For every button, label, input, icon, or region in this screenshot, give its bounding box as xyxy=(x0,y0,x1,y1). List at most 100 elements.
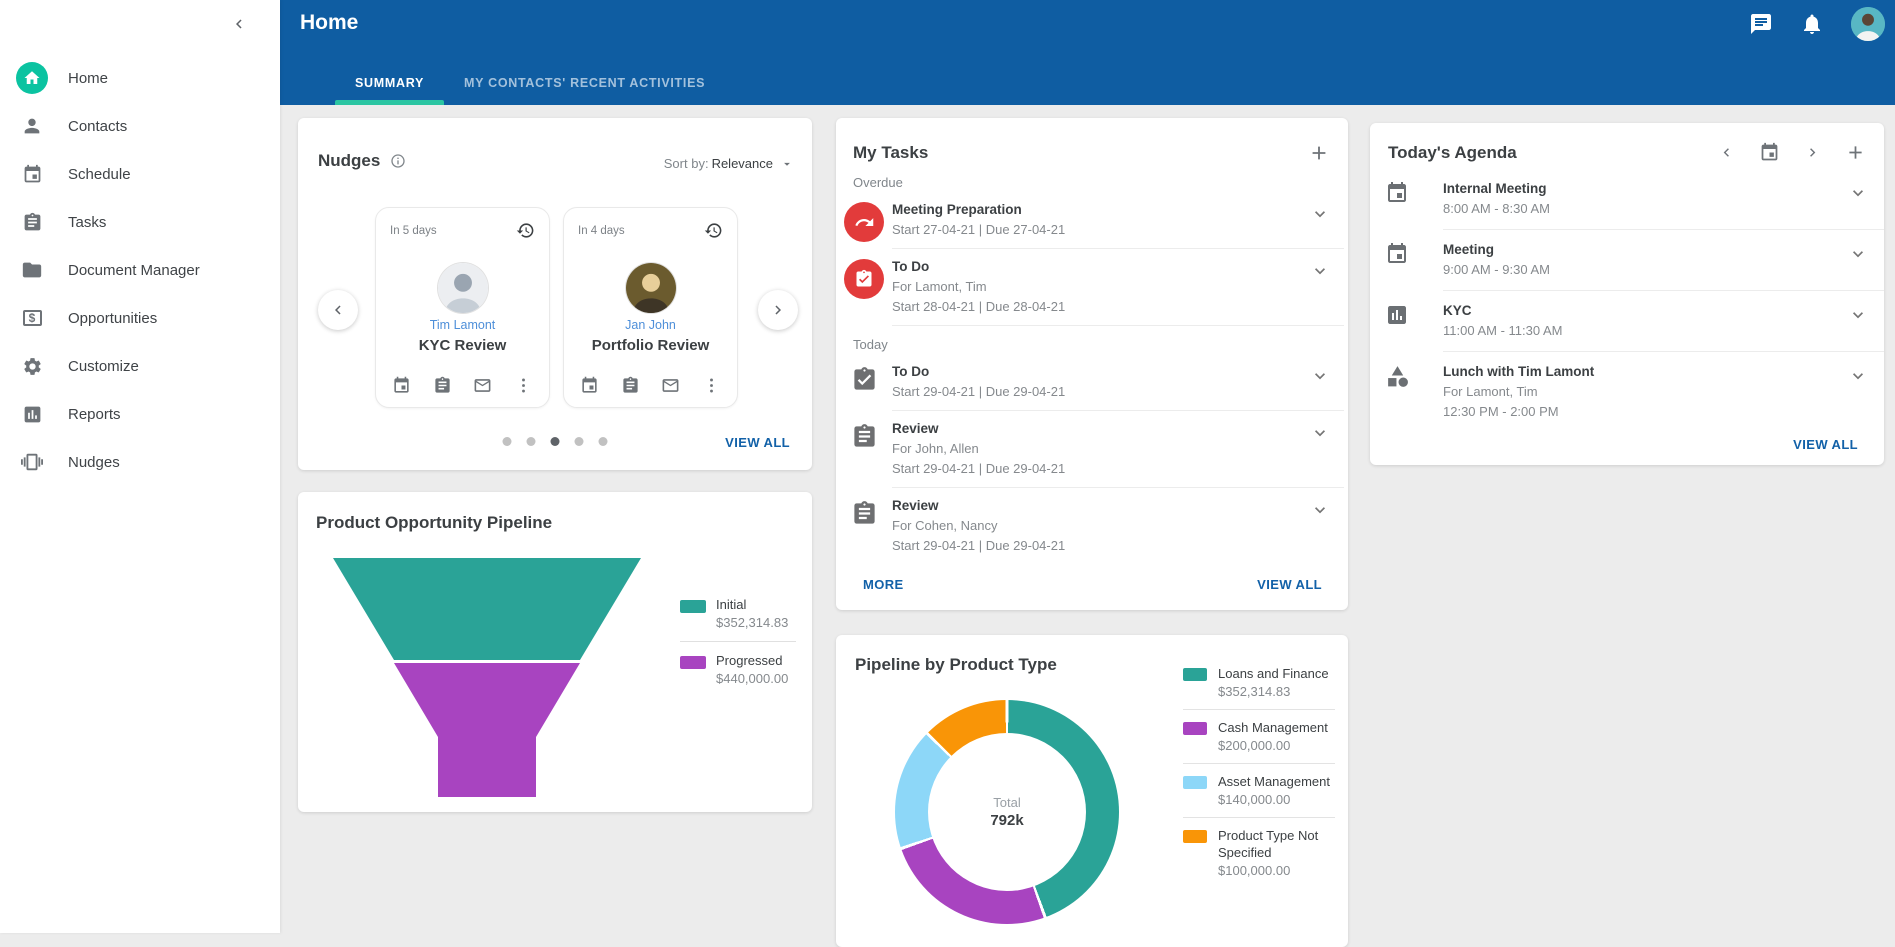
tasks-section-label: Today xyxy=(853,337,1331,352)
chevron-down-icon[interactable] xyxy=(1848,366,1868,386)
tab-my-contacts-recent-activities[interactable]: MY CONTACTS' RECENT ACTIVITIES xyxy=(444,60,725,105)
agenda-calendar-icon[interactable] xyxy=(1759,142,1780,163)
add-task-plus-icon[interactable] xyxy=(1308,142,1330,164)
info-icon[interactable] xyxy=(390,153,406,169)
donut-total-value: 792k xyxy=(990,812,1023,829)
product-opportunity-pipeline-card: Product Opportunity Pipeline Initial $35… xyxy=(298,492,812,812)
nudge-card[interactable]: In 5 days Tim Lamont KYC Review xyxy=(375,207,550,408)
task-row[interactable]: To Do Start 29-04-21 | Due 29-04-21 xyxy=(836,354,1348,411)
chevron-down-icon[interactable] xyxy=(1310,204,1330,224)
nudge-card[interactable]: In 4 days Jan John Portfolio Review xyxy=(563,207,738,408)
notes-action-icon[interactable] xyxy=(433,376,452,395)
task-row[interactable]: Review For Cohen, Nancy Start 29-04-21 |… xyxy=(836,488,1348,564)
email-action-icon[interactable] xyxy=(473,376,492,395)
contact-name-link[interactable]: Jan John xyxy=(578,318,723,332)
tasks-view-all-link[interactable]: VIEW ALL xyxy=(1257,577,1322,592)
sidebar-item-label: Nudges xyxy=(68,454,120,471)
chevron-down-icon[interactable] xyxy=(1310,500,1330,520)
chevron-down-icon[interactable] xyxy=(1848,244,1868,264)
sidebar-item-label: Opportunities xyxy=(68,310,157,327)
nudge-title: KYC Review xyxy=(390,337,535,354)
carousel-dot[interactable] xyxy=(575,437,584,446)
contact-name-link[interactable]: Tim Lamont xyxy=(390,318,535,332)
tab-summary[interactable]: SUMMARY xyxy=(335,60,444,105)
sidebar-item-tasks[interactable]: Tasks xyxy=(0,198,280,246)
agenda-next-day-button[interactable] xyxy=(1804,144,1821,161)
sidebar-item-opportunities[interactable]: $ Opportunities xyxy=(0,294,280,342)
legend-divider xyxy=(1183,763,1335,764)
more-options-kebab-icon[interactable] xyxy=(702,376,721,395)
task-title: Review xyxy=(892,419,1310,439)
carousel-dot[interactable] xyxy=(599,437,608,446)
sidebar-item-reports[interactable]: Reports xyxy=(0,390,280,438)
calendar-action-icon[interactable] xyxy=(392,376,411,395)
notifications-bell-icon[interactable] xyxy=(1800,12,1824,36)
sidebar-item-nudges[interactable]: Nudges xyxy=(0,438,280,486)
app-header: Home SUMMARY MY CONTACTS' RECENT ACTIVIT… xyxy=(280,0,1895,105)
agenda-row[interactable]: Lunch with Tim Lamont For Lamont, Tim 12… xyxy=(1370,352,1884,432)
chevron-left-icon xyxy=(329,301,347,319)
task-clipboard-icon xyxy=(851,500,878,527)
task-assignee: For Cohen, Nancy xyxy=(892,516,1310,536)
sidebar-item-label: Document Manager xyxy=(68,262,200,279)
sidebar-item-label: Schedule xyxy=(68,166,131,183)
history-icon[interactable] xyxy=(704,221,723,240)
contact-avatar[interactable] xyxy=(438,263,488,313)
history-icon[interactable] xyxy=(516,221,535,240)
agenda-add-plus-icon[interactable] xyxy=(1845,142,1866,163)
legend-label: Initial xyxy=(716,597,788,612)
agenda-row[interactable]: Meeting 9:00 AM - 9:30 AM xyxy=(1370,230,1884,291)
sidebar-item-document-manager[interactable]: Document Manager xyxy=(0,246,280,294)
task-title: To Do xyxy=(892,257,1310,277)
agenda-item-title: Meeting xyxy=(1443,240,1848,260)
legend-value: $140,000.00 xyxy=(1218,791,1330,808)
agenda-prev-day-button[interactable] xyxy=(1718,144,1735,161)
more-options-kebab-icon[interactable] xyxy=(514,376,533,395)
nudges-title: Nudges xyxy=(318,151,380,171)
donut-chart: Total 792k xyxy=(895,700,1119,924)
sidebar-item-customize[interactable]: Customize xyxy=(0,342,280,390)
nudge-vibration-icon xyxy=(16,446,48,478)
carousel-next-button[interactable] xyxy=(758,290,798,330)
legend-value: $200,000.00 xyxy=(1218,737,1328,754)
carousel-prev-button[interactable] xyxy=(318,290,358,330)
sidebar-item-label: Contacts xyxy=(68,118,127,135)
notes-action-icon[interactable] xyxy=(621,376,640,395)
folder-icon xyxy=(16,254,48,286)
agenda-row[interactable]: KYC 11:00 AM - 11:30 AM xyxy=(1370,291,1884,352)
sidebar-item-home[interactable]: Home xyxy=(0,54,280,102)
sidebar-item-label: Home xyxy=(68,70,108,87)
contact-avatar[interactable] xyxy=(626,263,676,313)
task-row[interactable]: Review For John, Allen Start 29-04-21 | … xyxy=(836,411,1348,488)
carousel-dot[interactable] xyxy=(551,437,560,446)
chevron-down-icon[interactable] xyxy=(1310,366,1330,386)
bar-chart-icon xyxy=(16,398,48,430)
user-avatar[interactable] xyxy=(1851,7,1885,41)
task-row[interactable]: To Do For Lamont, Tim Start 28-04-21 | D… xyxy=(836,249,1348,326)
carousel-dot[interactable] xyxy=(527,437,536,446)
sidebar-collapse-button[interactable] xyxy=(228,13,250,35)
legend-value: $100,000.00 xyxy=(1218,862,1335,879)
funnel-legend: Initial $352,314.83 Progressed $440,000.… xyxy=(680,597,796,686)
sidebar-item-contacts[interactable]: Contacts xyxy=(0,102,280,150)
chevron-down-icon[interactable] xyxy=(1310,261,1330,281)
task-row[interactable]: Meeting Preparation Start 27-04-21 | Due… xyxy=(836,192,1348,249)
chevron-down-icon[interactable] xyxy=(1848,305,1868,325)
carousel-dots xyxy=(503,437,608,446)
agenda-row[interactable]: Internal Meeting 8:00 AM - 8:30 AM xyxy=(1370,169,1884,230)
calendar-action-icon[interactable] xyxy=(580,376,599,395)
chevron-down-icon[interactable] xyxy=(1310,423,1330,443)
legend-item: Cash Management $200,000.00 xyxy=(1183,719,1335,754)
sidebar-item-schedule[interactable]: Schedule xyxy=(0,150,280,198)
sort-by-dropdown[interactable]: Sort by: Relevance xyxy=(664,156,794,171)
messages-icon[interactable] xyxy=(1749,12,1773,36)
tasks-section-label: Overdue xyxy=(853,175,1331,190)
carousel-dot[interactable] xyxy=(503,437,512,446)
tasks-more-link[interactable]: MORE xyxy=(863,577,904,592)
legend-divider xyxy=(1183,817,1335,818)
chevron-down-icon[interactable] xyxy=(1848,183,1868,203)
chevron-right-icon xyxy=(769,301,787,319)
nudges-view-all-link[interactable]: VIEW ALL xyxy=(725,435,790,450)
email-action-icon[interactable] xyxy=(661,376,680,395)
agenda-view-all-link[interactable]: VIEW ALL xyxy=(1793,437,1858,452)
